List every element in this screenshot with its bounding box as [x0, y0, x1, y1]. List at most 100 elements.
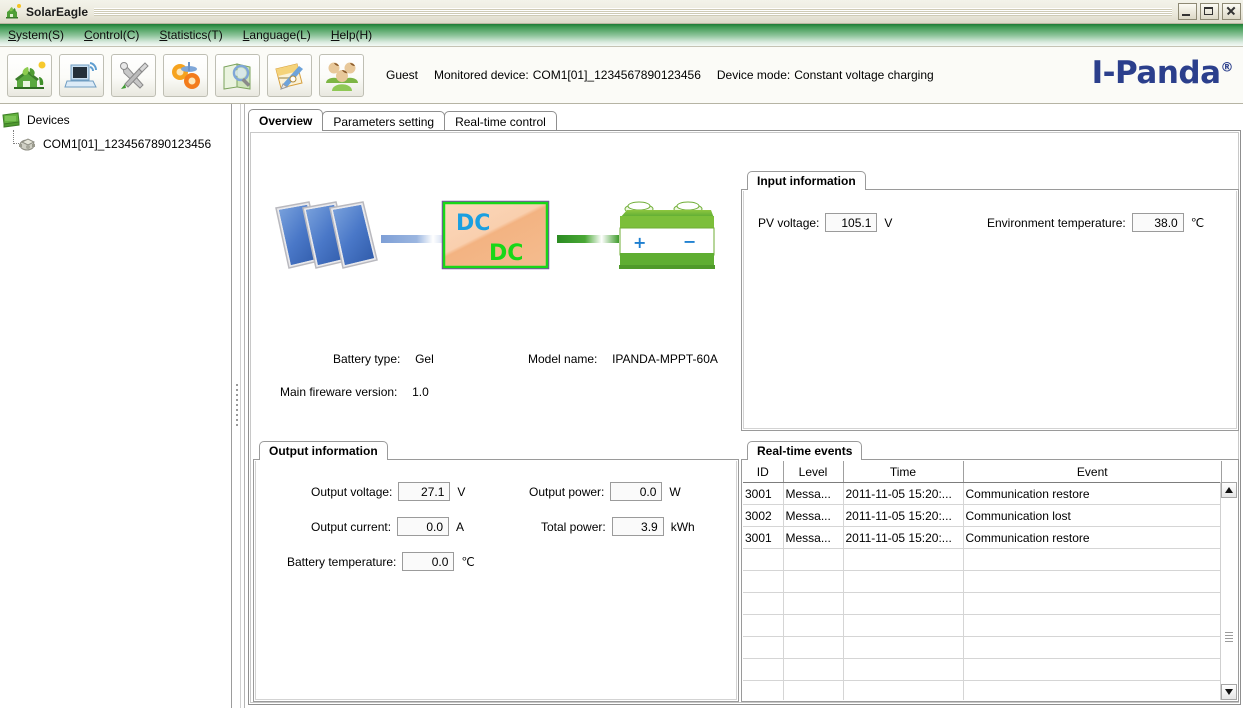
environment-temperature-value[interactable]: 38.0: [1131, 213, 1184, 232]
battery-icon: + −: [619, 201, 715, 269]
menu-item-control[interactable]: Control(C): [84, 28, 139, 42]
table-row-empty[interactable]: [743, 548, 1222, 571]
main-horizontal-scroll-strip[interactable]: [248, 704, 1241, 708]
svg-text:DC: DC: [456, 211, 490, 236]
output-voltage-value[interactable]: 27.1: [398, 482, 451, 501]
main-content-area: Overview Parameters setting Real-time co…: [246, 104, 1243, 708]
devices-folder-icon: [0, 111, 22, 129]
field-battery-temperature: Battery temperature: 0.0 ℃: [287, 552, 475, 571]
tree-node-com1[interactable]: COM1[01]_1234567890123456: [0, 134, 231, 154]
column-header-level[interactable]: Level: [783, 461, 844, 483]
monitored-device-label: Monitored device:: [434, 68, 529, 82]
table-row-empty[interactable]: [743, 614, 1222, 637]
toolbar-button-search[interactable]: [215, 53, 260, 97]
sidebar-splitter[interactable]: [232, 104, 245, 708]
output-information-title: Output information: [259, 441, 388, 460]
model-name-label: Model name:: [528, 352, 598, 366]
brand-text: I-Panda: [1091, 55, 1221, 91]
realtime-events-body: ID Level Time Event 3001 Messa... 2011-1…: [741, 459, 1239, 702]
realtime-events-title: Real-time events: [747, 441, 863, 460]
realtime-events-table-wrap: ID Level Time Event 3001 Messa... 2011-1…: [743, 461, 1222, 700]
monitored-device-value: COM1[01]_1234567890123456: [532, 68, 701, 82]
total-power-value[interactable]: 3.9: [611, 517, 664, 536]
tab-panel-inner: DC DC + − Battery type: Gel Model name: …: [250, 132, 1239, 703]
close-icon[interactable]: [1222, 3, 1241, 20]
input-information-group: Input information PV voltage: 105.1 V En…: [741, 171, 1239, 431]
splitter-line: [240, 104, 241, 708]
tree-connector-vertical: [13, 130, 15, 144]
toolbar-button-home-solar[interactable]: [7, 53, 52, 97]
device-node-icon: [16, 135, 38, 153]
cell-level: Messa...: [783, 504, 844, 527]
tab-real-time-control[interactable]: Real-time control: [444, 111, 557, 131]
pv-voltage-unit: V: [884, 215, 893, 230]
menu-item-statistics[interactable]: Statistics(T): [159, 28, 222, 42]
tab-strip: Overview Parameters setting Real-time co…: [248, 109, 557, 131]
table-row-empty[interactable]: [743, 658, 1222, 681]
current-user-label: Guest: [386, 68, 419, 82]
input-information-title: Input information: [747, 171, 866, 190]
cell-time: 2011-11-05 15:20:...: [843, 482, 964, 505]
minimize-icon[interactable]: [1178, 3, 1197, 20]
tab-panel: DC DC + − Battery type: Gel Model name: …: [248, 130, 1241, 705]
column-header-time[interactable]: Time: [843, 461, 964, 483]
firmware-version-value: 1.0: [412, 385, 429, 399]
table-row-empty[interactable]: [743, 570, 1222, 593]
scroll-up-icon[interactable]: [1221, 482, 1237, 498]
toolbar-button-users[interactable]: [319, 53, 364, 97]
cell-time: 2011-11-05 15:20:...: [843, 526, 964, 549]
solar-panel-array-icon: [275, 201, 378, 269]
table-row[interactable]: 3001 Messa... 2011-11-05 15:20:... Commu…: [743, 526, 1222, 549]
toolbar-button-tools[interactable]: [111, 53, 156, 97]
scroll-down-icon[interactable]: [1221, 684, 1237, 700]
battery-type-row: Battery type: Gel: [333, 352, 434, 366]
table-row-empty[interactable]: [743, 680, 1222, 700]
menu-item-system[interactable]: System(S): [8, 28, 64, 42]
pv-voltage-value[interactable]: 105.1: [825, 213, 878, 232]
output-current-value[interactable]: 0.0: [397, 517, 450, 536]
splitter-grip[interactable]: [236, 384, 238, 426]
firmware-version-row: Main fireware version: 1.0: [280, 385, 429, 399]
battery-flow-line: [557, 235, 619, 243]
tree-node-devices-label: Devices: [27, 113, 70, 127]
realtime-events-scrollbar[interactable]: [1220, 482, 1237, 700]
dc-dc-converter: DC DC: [441, 200, 550, 270]
battery-temperature-unit: ℃: [461, 554, 475, 569]
input-information-body: PV voltage: 105.1 V Environment temperat…: [741, 189, 1239, 431]
cell-event: Communication restore: [963, 482, 1222, 505]
toolbar-button-log[interactable]: [267, 53, 312, 97]
menu-item-help[interactable]: Help(H): [331, 28, 372, 42]
menu-item-language[interactable]: Language(L): [243, 28, 311, 42]
total-power-label: Total power:: [541, 519, 606, 534]
title-decoration-rule: [94, 7, 1172, 16]
output-power-value[interactable]: 0.0: [610, 482, 663, 501]
table-row-empty[interactable]: [743, 592, 1222, 615]
system-diagram: DC DC + −: [271, 188, 741, 298]
scrollbar-grip[interactable]: [1225, 632, 1233, 642]
output-voltage-unit: V: [457, 484, 466, 499]
toolbar-button-connect[interactable]: [59, 53, 104, 97]
toolbar-button-settings[interactable]: [163, 53, 208, 97]
column-header-id[interactable]: ID: [743, 461, 784, 483]
table-row[interactable]: 3001 Messa... 2011-11-05 15:20:... Commu…: [743, 482, 1222, 505]
table-row[interactable]: 3002 Messa... 2011-11-05 15:20:... Commu…: [743, 504, 1222, 527]
battery-type-label: Battery type:: [333, 352, 401, 366]
total-power-unit: kWh: [670, 519, 695, 534]
maximize-icon[interactable]: [1200, 3, 1219, 20]
pv-flow-line: [381, 235, 446, 243]
column-header-event[interactable]: Event: [963, 461, 1222, 483]
window-title: SolarEagle: [26, 4, 89, 19]
battery-temperature-value[interactable]: 0.0: [402, 552, 455, 571]
toolbar-status-info: Guest Monitored device: COM1[01]_1234567…: [386, 68, 950, 82]
tab-parameters-setting[interactable]: Parameters setting: [322, 111, 446, 131]
app-icon: [4, 3, 22, 21]
output-information-inner: Output voltage: 27.1 V Output current: 0…: [255, 461, 737, 700]
environment-temperature-label: Environment temperature:: [987, 215, 1126, 230]
model-name-row: Model name: IPANDA-MPPT-60A: [528, 352, 718, 366]
window-title-bar: SolarEagle: [0, 0, 1243, 24]
environment-temperature-unit: ℃: [1190, 215, 1205, 230]
tree-node-devices[interactable]: Devices: [0, 110, 231, 130]
tab-overview[interactable]: Overview: [248, 109, 324, 131]
table-row-empty[interactable]: [743, 636, 1222, 659]
field-total-power: Total power: 3.9 kWh: [541, 517, 695, 536]
